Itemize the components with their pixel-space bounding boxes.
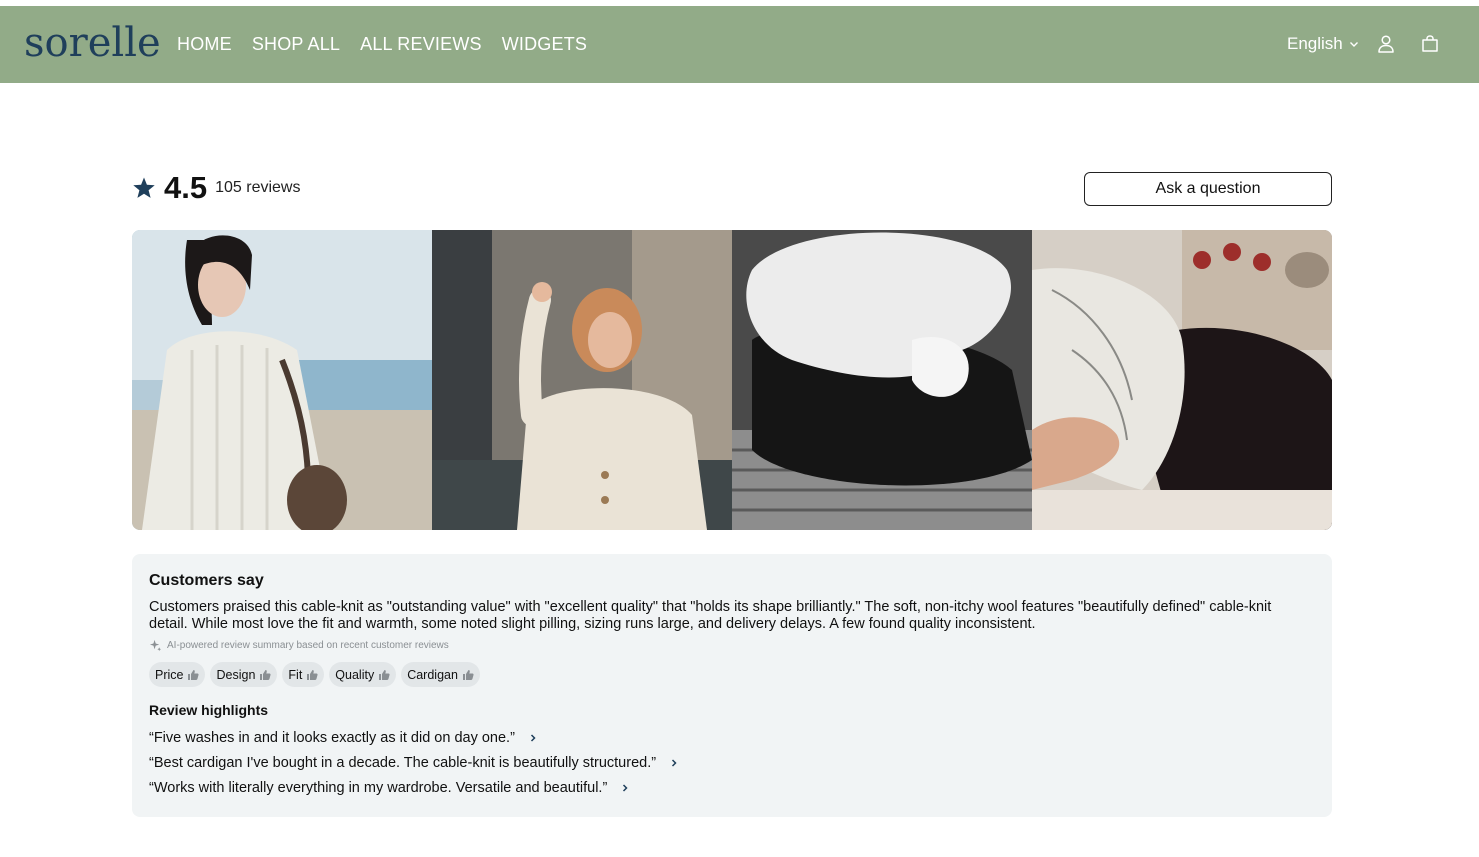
language-selector[interactable]: English [1287, 32, 1359, 56]
account-icon[interactable] [1377, 34, 1395, 54]
highlight-item[interactable]: “Works with literally everything in my w… [149, 775, 1315, 800]
chip-label: Quality [335, 667, 375, 682]
chip-cardigan[interactable]: Cardigan [401, 662, 480, 687]
chip-label: Design [216, 667, 256, 682]
topic-chips: Price Design Fit Quality Cardigan [149, 662, 1315, 687]
chip-design[interactable]: Design [210, 662, 278, 687]
photo-woman-cardigan [432, 230, 732, 530]
customer-photo[interactable] [132, 230, 432, 530]
summary-title: Customers say [149, 572, 264, 589]
thumbs-up-icon [379, 669, 390, 680]
chip-fit[interactable]: Fit [282, 662, 325, 687]
chevron-right-icon [530, 733, 536, 742]
logo[interactable]: sorelle [24, 18, 161, 68]
rating-summary: 4.5 105 reviews [132, 170, 300, 206]
ai-disclaimer: AI-powered review summary based on recen… [149, 639, 1315, 652]
language-label: English [1287, 34, 1343, 53]
photo-woman-white-sweater [132, 230, 432, 530]
highlights-list: “Five washes in and it looks exactly as … [149, 725, 1315, 800]
nav-all-reviews[interactable]: ALL REVIEWS [360, 32, 482, 56]
customer-photo[interactable] [432, 230, 732, 530]
chip-label: Fit [288, 667, 303, 682]
highlight-text: “Best cardigan I've bought in a decade. … [149, 754, 657, 771]
chevron-right-icon [623, 783, 628, 792]
nav-shop-all[interactable]: SHOP ALL [252, 32, 340, 56]
review-count[interactable]: 105 reviews [215, 170, 300, 206]
ask-question-button[interactable]: Ask a question [1084, 172, 1332, 206]
thumbs-up-icon [307, 669, 318, 680]
highlight-text: “Works with literally everything in my w… [149, 779, 608, 796]
thumbs-up-icon [260, 669, 271, 680]
chevron-right-icon [672, 758, 677, 767]
nav-widgets[interactable]: WIDGETS [502, 32, 587, 56]
customer-photo[interactable] [1032, 230, 1332, 530]
chip-price[interactable]: Price [149, 662, 206, 687]
sparkle-icon [149, 639, 162, 652]
chip-quality[interactable]: Quality [329, 662, 397, 687]
highlights-title: Review highlights [149, 702, 269, 718]
summary-text: Customers praised this cable-knit as "ou… [149, 599, 1272, 632]
chevron-down-icon [1349, 42, 1358, 47]
chip-label: Cardigan [407, 667, 458, 682]
customer-photo[interactable] [732, 230, 1032, 530]
star-icon [133, 177, 155, 198]
ai-review-summary: Customers say Customers praised this cab… [132, 554, 1332, 817]
ai-disclaimer-text: AI-powered review summary based on recen… [167, 640, 449, 651]
photo-folded-sweaters [732, 230, 1032, 530]
main-nav: HOME SHOP ALL ALL REVIEWS WIDGETS [177, 32, 587, 56]
average-rating: 4.5 [164, 170, 208, 205]
site-header: sorelle HOME SHOP ALL ALL REVIEWS WIDGET… [0, 6, 1479, 83]
thumbs-up-icon [188, 669, 200, 680]
highlight-text: “Five washes in and it looks exactly as … [149, 729, 515, 746]
thumbs-up-icon [462, 669, 474, 680]
highlight-item[interactable]: “Best cardigan I've bought in a decade. … [149, 750, 1315, 775]
photo-unboxing-package [1032, 230, 1332, 530]
chip-label: Price [155, 667, 184, 682]
nav-home[interactable]: HOME [177, 32, 232, 56]
photo-gallery [132, 230, 1332, 530]
cart-icon[interactable] [1420, 34, 1440, 54]
highlight-item[interactable]: “Five washes in and it looks exactly as … [149, 725, 1315, 750]
